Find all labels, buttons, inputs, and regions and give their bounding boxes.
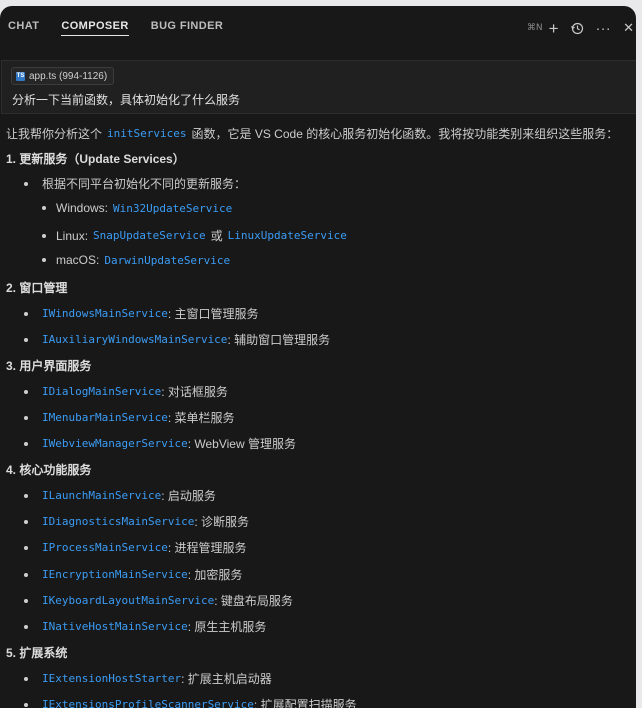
list-item: IEncryptionMainService: 加密服务 [24, 566, 242, 583]
bullet-icon [24, 415, 28, 420]
section-heading: 3. 用户界面服务 [6, 359, 92, 373]
list-item: INativeHostMainService: 原生主机服务 [24, 618, 266, 635]
bullet-icon [24, 311, 28, 316]
list-item: ILaunchMainService: 启动服务 [24, 487, 216, 504]
bullet-icon [24, 441, 28, 446]
list-item: IKeyboardLayoutMainService: 键盘布局服务 [24, 592, 293, 609]
bullet-icon [24, 337, 28, 342]
list-item: macOS: DarwinUpdateService [42, 253, 230, 267]
panel-header: CHAT COMPOSER BUG FINDER ⌘N + ··· ✕ [0, 6, 636, 50]
bullet-icon [24, 519, 28, 524]
bullet-icon [42, 233, 46, 238]
bullet-icon [24, 676, 28, 681]
typescript-file-icon: TS [16, 71, 25, 81]
bullet-icon [42, 258, 46, 262]
bullet-icon [24, 572, 28, 577]
bullet-icon [24, 702, 28, 707]
file-context-chip[interactable]: TS app.ts (994-1126) [11, 67, 115, 85]
bullet-icon [24, 493, 28, 498]
list-item: IProcessMainService: 进程管理服务 [24, 539, 247, 556]
bullet-icon [24, 624, 28, 629]
plus-icon[interactable]: + [549, 20, 559, 37]
list-item: IDiagnosticsMainService: 诊断服务 [24, 513, 249, 530]
bullet-icon [24, 389, 28, 394]
intro-line: 让我帮你分析这个 initServices 函数，它是 VS Code 的核心服… [6, 127, 619, 141]
list-item: IWebviewManagerService: WebView 管理服务 [24, 435, 296, 452]
tab-composer[interactable]: COMPOSER [61, 20, 129, 36]
inline-code: initServices [107, 127, 187, 140]
section-heading: 2. 窗口管理 [6, 281, 68, 295]
close-icon[interactable]: ✕ [623, 20, 634, 36]
section-heading: 5. 扩展系统 [6, 646, 68, 660]
bullet-icon [24, 545, 28, 550]
more-icon[interactable]: ··· [596, 20, 612, 36]
tab-chat[interactable]: CHAT [8, 20, 39, 36]
section-heading: 1. 更新服务（Update Services） [6, 152, 185, 166]
list-item: Linux: SnapUpdateService 或 LinuxUpdateServi… [42, 227, 347, 244]
header-actions: ⌘N + ··· ✕ [527, 6, 636, 50]
composer-panel: CHAT COMPOSER BUG FINDER ⌘N + ··· ✕ TS a… [0, 6, 636, 708]
list-item: IWindowsMainService: 主窗口管理服务 [24, 305, 259, 322]
new-composer-shortcut: ⌘N [526, 23, 543, 33]
tab-bug-finder[interactable]: BUG FINDER [151, 20, 223, 36]
file-chip-label: app.ts (994-1126) [29, 70, 108, 82]
user-question: 分析一下当前函数，具体初始化了什么服务 [12, 93, 241, 107]
section-heading: 4. 核心功能服务 [6, 463, 92, 477]
bullet-icon [24, 598, 28, 603]
list-item: IExtensionsProfileScannerService: 扩展配置扫描… [24, 696, 357, 708]
context-box: TS app.ts (994-1126) 分析一下当前函数，具体初始化了什么服务 [1, 60, 636, 114]
bullet-icon [24, 181, 28, 186]
list-item: IMenubarMainService: 菜单栏服务 [24, 409, 235, 426]
list-item: IDialogMainService: 对话框服务 [24, 383, 228, 400]
list-item: Windows: Win32UpdateService [42, 201, 232, 215]
list-item: IAuxiliaryWindowsMainService: 辅助窗口管理服务 [24, 331, 330, 348]
bullet-icon [42, 206, 46, 210]
list-item: IExtensionHostStarter: 扩展主机启动器 [24, 670, 272, 687]
history-icon[interactable] [570, 22, 584, 35]
list-item: 根据不同平台初始化不同的更新服务： [24, 175, 246, 192]
